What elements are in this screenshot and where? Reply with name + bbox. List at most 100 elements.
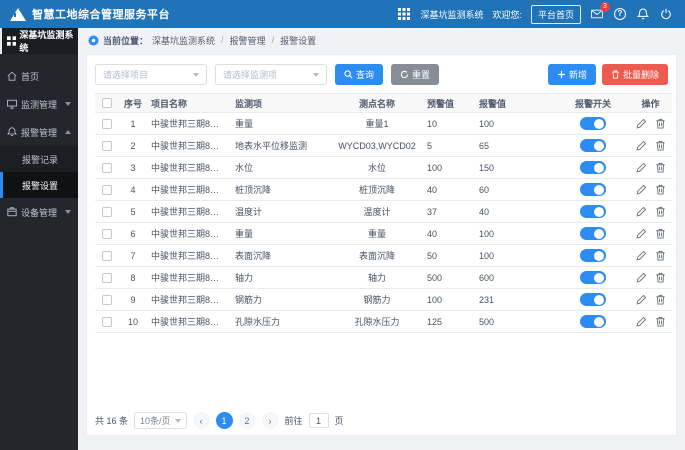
monitor-item-select[interactable]: 请选择监测项 [215, 64, 327, 85]
row-checkbox[interactable] [102, 250, 112, 261]
edit-button[interactable] [636, 118, 647, 129]
delete-button[interactable] [655, 316, 666, 327]
alarm-toggle[interactable] [580, 293, 606, 306]
edit-icon [636, 184, 646, 195]
delete-icon [655, 228, 665, 239]
delete-button[interactable] [655, 272, 666, 283]
sidebar-system-header: 深基坑监测系统 [0, 28, 78, 54]
row-checkbox[interactable] [102, 228, 112, 239]
delete-button[interactable] [655, 250, 666, 261]
project-select[interactable]: 请选择项目 [95, 64, 207, 85]
delete-button[interactable] [655, 162, 666, 173]
cell-item: 水位 [231, 156, 331, 179]
cell-point: 孔隙水压力 [331, 310, 423, 333]
breadcrumb-item-system[interactable]: 深基坑监测系统 [152, 34, 215, 47]
reset-button[interactable]: 重置 [391, 64, 440, 85]
select-all-checkbox[interactable] [102, 98, 112, 109]
breadcrumb-separator: / [221, 35, 224, 45]
alarm-toggle[interactable] [580, 183, 606, 196]
row-checkbox[interactable] [102, 272, 112, 283]
location-pin-icon [88, 35, 99, 45]
delete-button[interactable] [655, 206, 666, 217]
app-grid-icon[interactable] [397, 7, 411, 21]
cell-warn-value: 500 [423, 266, 475, 289]
edit-button[interactable] [636, 184, 647, 195]
help-icon[interactable]: ? [613, 7, 627, 21]
cell-no: 9 [119, 288, 147, 311]
breadcrumb-item-settings[interactable]: 报警设置 [280, 34, 316, 47]
edit-button[interactable] [636, 316, 647, 327]
row-checkbox[interactable] [102, 118, 112, 129]
table-row: 3中骏世邦三期8号楼及A区车库..水位水位100150 [95, 156, 672, 179]
edit-button[interactable] [636, 250, 647, 261]
cell-item: 温度计 [231, 200, 331, 223]
batch-delete-button[interactable]: 批量删除 [601, 64, 668, 85]
platform-home-button[interactable]: 平台首页 [530, 4, 581, 24]
power-icon[interactable] [659, 7, 673, 21]
cell-warn-value: 40 [423, 178, 475, 201]
edit-button[interactable] [636, 140, 647, 151]
cell-alarm-value: 100 [475, 244, 557, 267]
current-system-name[interactable]: 深基坑监测系统 [420, 8, 483, 21]
edit-button[interactable] [636, 206, 647, 217]
cell-point: 重量 [331, 222, 423, 245]
alarm-toggle[interactable] [580, 139, 606, 152]
edit-button[interactable] [636, 294, 647, 305]
row-checkbox[interactable] [102, 206, 112, 217]
delete-button[interactable] [655, 140, 666, 151]
add-button[interactable]: 新增 [547, 64, 596, 85]
column-header: 序号 [119, 93, 147, 113]
alarm-toggle[interactable] [580, 315, 606, 328]
row-checkbox[interactable] [102, 294, 112, 305]
alarm-toggle[interactable] [580, 117, 606, 130]
device-box-icon [7, 207, 17, 217]
delete-button[interactable] [655, 184, 666, 195]
query-button[interactable]: 查询 [335, 64, 384, 85]
cell-item: 钢筋力 [231, 288, 331, 311]
cell-project: 中骏世邦三期8号楼及A区车库.. [147, 266, 231, 289]
system-grid-icon [7, 36, 17, 46]
alarm-toggle[interactable] [580, 249, 606, 262]
delete-button[interactable] [655, 228, 666, 239]
page-size-select[interactable]: 10条/页 [134, 412, 187, 429]
sidebar-item-monitoring[interactable]: 监测管理 [0, 90, 78, 118]
edit-icon [636, 162, 646, 173]
page-button-2[interactable]: 2 [238, 412, 256, 429]
delete-button[interactable] [655, 294, 666, 305]
notification-bell-icon[interactable] [636, 7, 650, 21]
edit-button[interactable] [636, 228, 647, 239]
goto-page-input[interactable] [308, 413, 329, 428]
edit-button[interactable] [636, 162, 647, 173]
app-title: 智慧工地综合管理服务平台 [32, 9, 170, 21]
row-checkbox[interactable] [102, 162, 112, 173]
row-checkbox[interactable] [102, 316, 112, 327]
breadcrumb-item-alarm[interactable]: 报警管理 [230, 34, 266, 47]
cell-item: 重量 [231, 112, 331, 135]
cell-project: 中骏世邦三期8号楼及A区车库.. [147, 222, 231, 245]
column-header: 预警值 [423, 93, 475, 113]
chevron-down-icon [193, 72, 199, 77]
chevron-up-icon [65, 130, 71, 134]
alarm-toggle[interactable] [580, 271, 606, 284]
next-page-button[interactable]: › [261, 412, 279, 429]
sidebar-item-devices[interactable]: 设备管理 [0, 198, 78, 226]
sidebar-item-alarm-records[interactable]: 报警记录 [0, 146, 78, 172]
alarm-toggle[interactable] [580, 227, 606, 240]
edit-button[interactable] [636, 272, 647, 283]
goto-suffix-label: 页 [334, 416, 344, 426]
sidebar-item-alarm-settings[interactable]: 报警设置 [0, 172, 78, 198]
cell-point: 水位 [331, 156, 423, 179]
prev-page-button[interactable]: ‹ [192, 412, 210, 429]
alarm-toggle[interactable] [580, 161, 606, 174]
cell-project: 中骏世邦三期8号楼及A区车库.. [147, 200, 231, 223]
message-icon[interactable]: 3 [590, 2, 610, 21]
row-checkbox[interactable] [102, 184, 112, 195]
delete-button[interactable] [655, 118, 666, 129]
sidebar-item-home[interactable]: 首页 [0, 62, 78, 90]
column-header: 监测项 [231, 93, 331, 113]
page-button-1[interactable]: 1 [215, 412, 233, 429]
cell-point: 重量1 [331, 112, 423, 135]
alarm-toggle[interactable] [580, 205, 606, 218]
sidebar-item-alarm[interactable]: 报警管理 [0, 118, 78, 146]
row-checkbox[interactable] [102, 140, 112, 151]
